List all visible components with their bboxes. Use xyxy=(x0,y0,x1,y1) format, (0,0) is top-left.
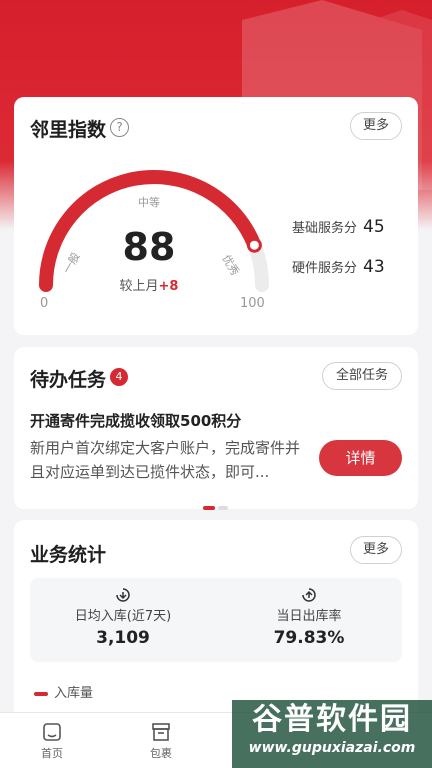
tab-home-label: 首页 xyxy=(41,747,63,760)
site-watermark: 谷普软件园 www.gupuxiazai.com xyxy=(232,700,432,768)
todo-tasks-card: 待办任务 4 全部任务 开通寄件完成揽收领取500积分 新用户首次绑定大客户账户… xyxy=(14,347,418,510)
carousel-indicator xyxy=(203,495,231,514)
package-icon xyxy=(152,723,170,741)
outbound-icon xyxy=(302,588,316,602)
watermark-url: www.gupuxiazai.com xyxy=(248,740,416,756)
legend-swatch xyxy=(34,691,48,696)
hardware-service-value: 43 xyxy=(363,257,385,277)
task-description: 新用户首次绑定大客户账户，完成寄件并且对应运单到达已揽件状态，即可... xyxy=(30,439,301,481)
gauge-min-label: 0 xyxy=(40,296,49,311)
score-change-value: +8 xyxy=(158,279,179,294)
outbound-rate-value: 79.83% xyxy=(273,628,345,648)
stats-more-button[interactable]: 更多 xyxy=(350,536,402,564)
daily-inbound-stat[interactable]: 日均入库(近7天) 3,109 xyxy=(30,578,216,648)
all-tasks-button[interactable]: 全部任务 xyxy=(322,362,402,390)
carousel-dot-active xyxy=(203,506,215,510)
task-count-badge: 4 xyxy=(110,368,128,386)
basic-service-label: 基础服务分 xyxy=(292,221,358,236)
gauge-level-top: 中等 xyxy=(138,196,160,209)
index-more-button[interactable]: 更多 xyxy=(350,112,402,140)
carousel-dot xyxy=(218,506,228,510)
neighbor-index-title: 邻里指数 xyxy=(30,119,107,141)
basic-service-value: 45 xyxy=(363,217,385,237)
outbound-rate-stat[interactable]: 当日出库率 79.83% xyxy=(216,578,402,648)
stats-summary-box: 日均入库(近7天) 3,109 当日出库率 79.83% xyxy=(30,578,402,662)
score-change: 较上月+8 xyxy=(74,275,224,294)
basic-service-score: 基础服务分 45 xyxy=(292,217,385,237)
business-stats-title: 业务统计 xyxy=(30,544,107,566)
neighbor-index-card: 邻里指数 ? 更多 中等 一般 优秀 0 100 88 较上月+8 基础服务分 4… xyxy=(14,97,418,335)
outbound-rate-label: 当日出库率 xyxy=(276,609,342,624)
gauge-max-label: 100 xyxy=(240,296,265,311)
help-icon[interactable]: ? xyxy=(110,118,129,137)
todo-tasks-title: 待办任务 xyxy=(30,369,107,391)
score-change-prefix: 较上月 xyxy=(119,279,159,294)
legend-label: 入库量 xyxy=(54,686,94,701)
business-stats-card: 业务统计 更多 日均入库(近7天) 3,109 当日出库率 79.83% 入库量 xyxy=(14,520,418,720)
task-detail-button[interactable]: 详情 xyxy=(319,440,402,476)
daily-inbound-label: 日均入库(近7天) xyxy=(74,609,172,624)
hardware-service-label: 硬件服务分 xyxy=(292,261,358,276)
hardware-service-score: 硬件服务分 43 xyxy=(292,257,385,277)
inbound-icon xyxy=(116,588,130,602)
chart-legend: 入库量 xyxy=(34,682,93,701)
task-title: 开通寄件完成揽收领取500积分 xyxy=(30,412,242,430)
daily-inbound-value: 3,109 xyxy=(96,628,150,648)
home-icon xyxy=(43,723,61,741)
watermark-title: 谷普软件园 xyxy=(252,702,412,737)
score-value: 88 xyxy=(122,225,176,269)
tab-package[interactable]: 包裹 xyxy=(131,721,191,761)
tab-package-label: 包裹 xyxy=(150,747,172,760)
tab-home[interactable]: 首页 xyxy=(22,721,82,761)
